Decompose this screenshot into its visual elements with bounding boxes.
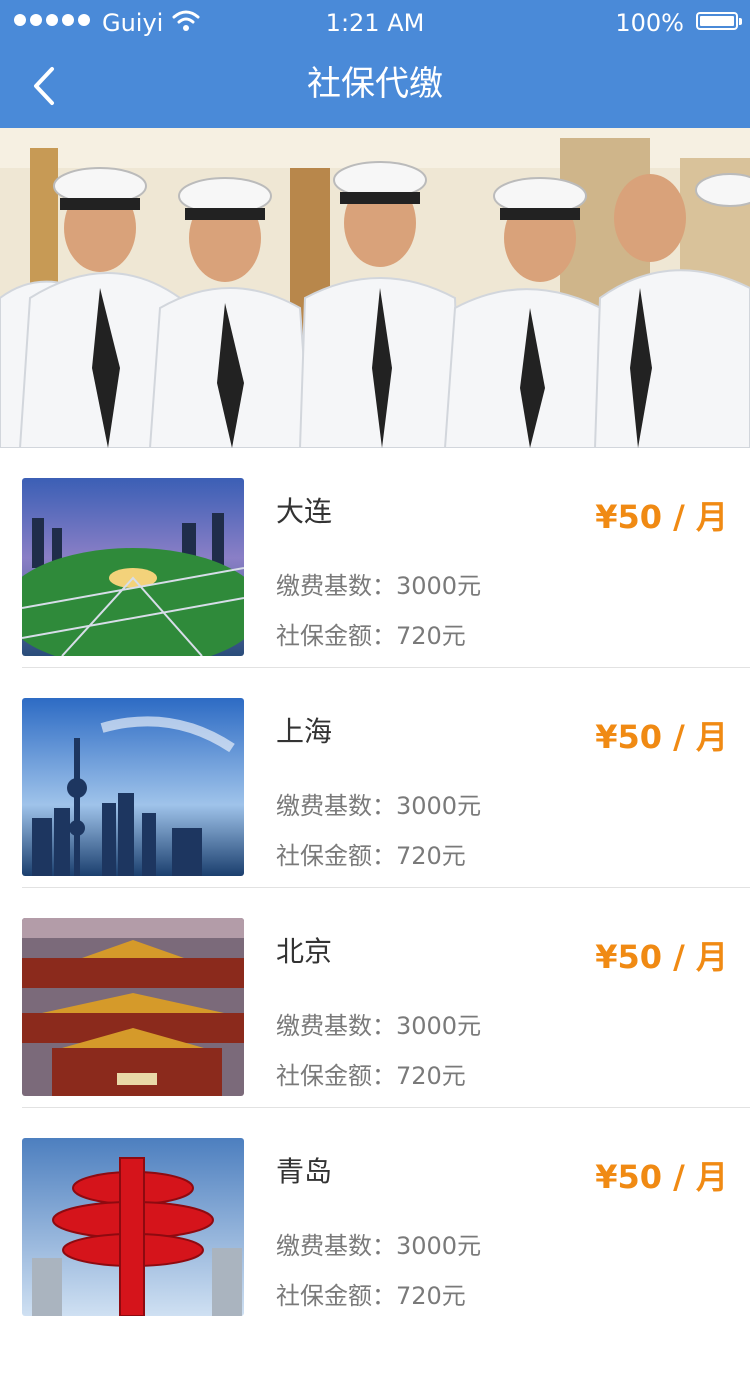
group-photo-illustration (0, 128, 750, 448)
banner-image (0, 128, 750, 448)
price-label: ¥50 / 月 (595, 718, 728, 756)
status-bar: Guiyi 1:21 AM 100% (0, 0, 750, 46)
city-name: 大连 (276, 495, 333, 528)
list-item[interactable]: 大连 ¥50 / 月 缴费基数：3000元 社保金额：720元 (22, 448, 750, 668)
payment-base: 缴费基数：3000元 (276, 792, 482, 820)
price-label: ¥50 / 月 (595, 1158, 728, 1196)
list-item[interactable]: 上海 ¥50 / 月 缴费基数：3000元 社保金额：720元 (22, 668, 750, 888)
battery-percent: 100% (615, 9, 684, 37)
city-list: 大连 ¥50 / 月 缴费基数：3000元 社保金额：720元 上海 ¥50 /… (0, 448, 750, 1328)
city-thumbnail (22, 918, 244, 1096)
payment-base: 缴费基数：3000元 (276, 1012, 482, 1040)
price-label: ¥50 / 月 (595, 498, 728, 536)
insurance-amount: 社保金额：720元 (276, 622, 466, 650)
insurance-amount: 社保金额：720元 (276, 1282, 466, 1310)
insurance-amount: 社保金额：720元 (276, 842, 466, 870)
page-title: 社保代缴 (307, 64, 443, 104)
city-thumbnail (22, 478, 244, 656)
payment-base: 缴费基数：3000元 (276, 1232, 482, 1260)
insurance-amount: 社保金额：720元 (276, 1062, 466, 1090)
city-name: 青岛 (276, 1155, 333, 1188)
battery-icon (696, 12, 742, 30)
city-name: 北京 (276, 935, 333, 968)
nav-bar: 社保代缴 (0, 46, 750, 128)
payment-base: 缴费基数：3000元 (276, 572, 482, 600)
list-item[interactable]: 青岛 ¥50 / 月 缴费基数：3000元 社保金额：720元 (22, 1108, 750, 1328)
list-item[interactable]: 北京 ¥50 / 月 缴费基数：3000元 社保金额：720元 (22, 888, 750, 1108)
price-label: ¥50 / 月 (595, 938, 728, 976)
city-thumbnail (22, 698, 244, 876)
city-name: 上海 (276, 715, 333, 748)
city-thumbnail (22, 1138, 244, 1316)
app-header: Guiyi 1:21 AM 100% 社保代缴 (0, 0, 750, 128)
